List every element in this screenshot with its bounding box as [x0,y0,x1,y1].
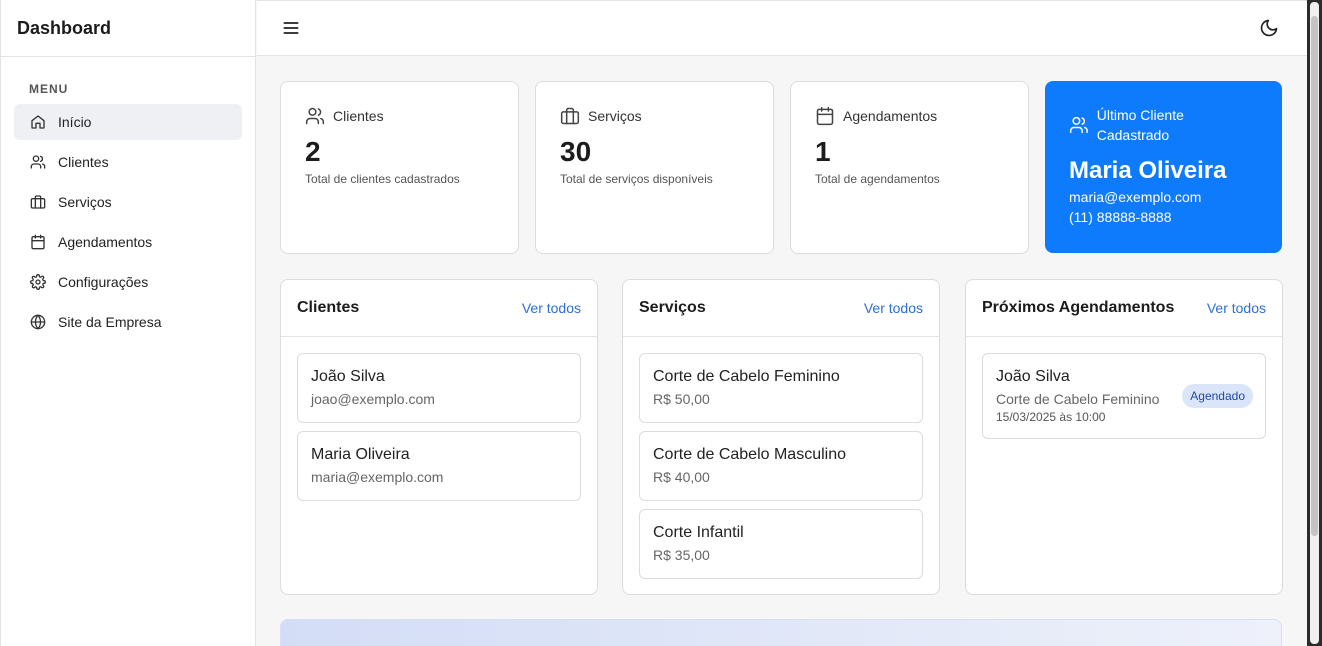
clients-panel: Clientes Ver todos João Silva joao@exemp… [280,279,598,595]
gear-icon [30,274,46,290]
stat-value: 2 [305,136,321,167]
sidebar-item-servicos[interactable]: Serviços [14,184,242,220]
service-name: Corte de Cabelo Feminino [653,368,840,385]
sidebar-item-label: Site da Empresa [58,314,162,330]
appointments-panel: Próximos Agendamentos Ver todos João Sil… [965,279,1283,595]
sidebar-item-site-da-empresa[interactable]: Site da Empresa [14,304,242,340]
list-item[interactable]: João Silva Corte de Cabelo Feminino 15/0… [982,353,1266,439]
sidebar-item-label: Início [58,114,92,130]
calendar-icon [30,234,46,250]
stat-label: Clientes [333,108,384,124]
panel-title: Serviços [639,299,706,316]
service-name: Corte de Cabelo Masculino [653,446,846,463]
stat-card-servicos: Serviços 30 Total de serviços disponívei… [535,81,774,254]
sidebar-nav: Início Clientes Serviços Agendamentos Co… [1,104,255,340]
services-panel: Serviços Ver todos Corte de Cabelo Femin… [622,279,940,595]
stat-label: Serviços [588,108,642,124]
sidebar-item-agendamentos[interactable]: Agendamentos [14,224,242,260]
stat-card-clientes: Clientes 2 Total de clientes cadastrados [280,81,519,254]
view-all-services-link[interactable]: Ver todos [864,300,923,316]
sidebar-item-inicio[interactable]: Início [14,104,242,140]
last-client-card: Último Cliente Cadastrado Maria Oliveira… [1045,81,1282,253]
list-item[interactable]: Corte de Cabelo Feminino R$ 50,00 [639,353,923,423]
last-client-name: Maria Oliveira [1069,157,1227,184]
scrollbar-thumb[interactable] [1311,16,1318,536]
users-icon [305,107,325,125]
briefcase-icon [560,107,580,125]
view-all-clients-link[interactable]: Ver todos [522,300,581,316]
client-name: João Silva [311,368,385,385]
bottom-banner [280,619,1282,646]
service-name: Corte Infantil [653,524,744,541]
briefcase-icon [30,194,46,210]
hamburger-icon[interactable] [281,18,301,38]
globe-icon [30,314,46,330]
last-client-phone: (11) 88888-8888 [1069,209,1172,225]
list-item[interactable]: João Silva joao@exemplo.com [297,353,581,423]
client-email: joao@exemplo.com [311,391,435,407]
home-icon [30,114,46,130]
service-price: R$ 50,00 [653,391,710,407]
sidebar-item-clientes[interactable]: Clientes [14,144,242,180]
client-name: Maria Oliveira [311,446,410,463]
panel-title: Próximos Agendamentos [982,299,1175,316]
service-price: R$ 40,00 [653,469,710,485]
stat-value: 1 [815,136,831,167]
list-item[interactable]: Maria Oliveira maria@exemplo.com [297,431,581,501]
users-icon [1069,116,1088,134]
sidebar-item-label: Serviços [58,194,112,210]
last-client-label: Último Cliente Cadastrado [1096,107,1184,143]
calendar-icon [816,106,834,126]
view-all-appointments-link[interactable]: Ver todos [1207,300,1266,316]
list-item[interactable]: Corte Infantil R$ 35,00 [639,509,923,579]
last-client-email: maria@exemplo.com [1069,189,1202,205]
sidebar-item-label: Configurações [58,274,149,290]
stat-card-agendamentos: Agendamentos 1 Total de agendamentos [790,81,1029,254]
sidebar-item-label: Agendamentos [58,234,153,250]
sidebar-item-label: Clientes [58,154,109,170]
menu-label: MENU [29,82,69,96]
topbar [257,0,1307,56]
stat-label: Agendamentos [843,108,938,124]
stat-description: Total de agendamentos [815,172,940,186]
scrollbar[interactable] [1307,0,1322,646]
sidebar-item-configuracoes[interactable]: Configurações [14,264,242,300]
stat-description: Total de clientes cadastrados [305,172,460,186]
appointment-datetime: 15/03/2025 às 10:00 [996,410,1106,424]
sidebar: Dashboard MENU Início Clientes Serviços … [0,0,256,646]
users-icon [30,154,46,170]
status-badge: Agendado [1182,384,1253,408]
list-item[interactable]: Corte de Cabelo Masculino R$ 40,00 [639,431,923,501]
panel-title: Clientes [297,299,360,316]
client-email: maria@exemplo.com [311,469,444,485]
service-price: R$ 35,00 [653,547,710,563]
moon-icon[interactable] [1259,18,1279,38]
stat-description: Total de serviços disponíveis [560,172,713,186]
stat-value: 30 [560,136,592,167]
app-title: Dashboard [1,0,255,57]
